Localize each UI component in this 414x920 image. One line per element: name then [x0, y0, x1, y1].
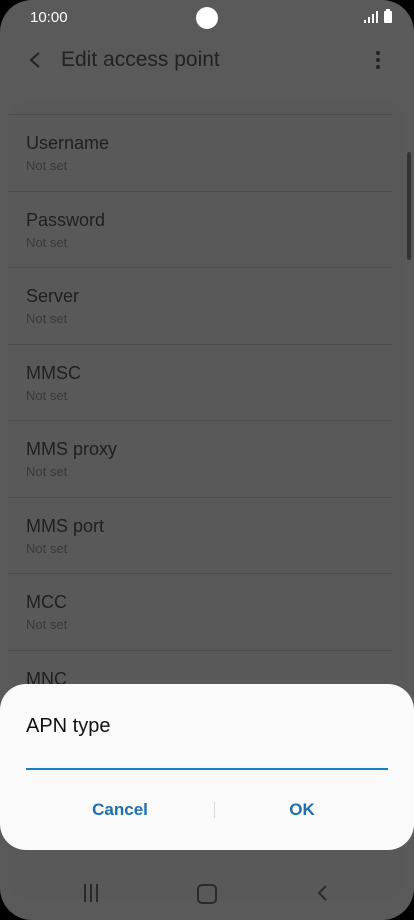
cancel-button[interactable]: Cancel	[30, 796, 210, 824]
home-icon[interactable]	[197, 884, 217, 904]
navigation-bar	[0, 866, 414, 920]
apn-type-dialog: APN type Cancel OK	[0, 684, 414, 850]
setting-username[interactable]: Username Not set	[8, 114, 392, 191]
button-divider	[214, 802, 215, 818]
dialog-title: APN type	[26, 715, 111, 737]
chevron-left-icon	[29, 52, 40, 68]
setting-label: MMS port	[26, 515, 105, 536]
setting-server[interactable]: Server Not set	[8, 267, 392, 344]
setting-mms-port[interactable]: MMS port Not set	[8, 496, 392, 574]
back-button[interactable]	[22, 47, 48, 73]
setting-value: Not set	[26, 540, 68, 556]
signal-icon	[364, 11, 378, 23]
setting-value: Not set	[26, 311, 68, 326]
scrollbar[interactable]	[407, 152, 411, 260]
battery-icon	[384, 9, 392, 23]
setting-value: Not set	[26, 387, 68, 403]
setting-password[interactable]: Password Not set	[8, 190, 392, 268]
more-vertical-icon	[376, 51, 380, 55]
setting-label: MMS proxy	[26, 439, 118, 459]
recent-apps-icon[interactable]	[82, 884, 100, 902]
apn-type-input[interactable]	[26, 756, 388, 770]
settings-list: Username Not set Password Not set Server…	[8, 114, 392, 726]
setting-label: Server	[26, 286, 80, 306]
page-title: Edit access point	[61, 48, 220, 71]
status-bar: 10:00	[0, 0, 414, 38]
setting-label: MMSC	[26, 362, 81, 383]
setting-value: Not set	[26, 464, 68, 479]
setting-mmsc[interactable]: MMSC Not set	[8, 343, 392, 421]
setting-label: Username	[26, 133, 110, 153]
ok-button[interactable]: OK	[220, 796, 384, 824]
status-time: 10:00	[30, 9, 68, 26]
setting-value: Not set	[26, 617, 68, 632]
more-options-button[interactable]	[366, 48, 390, 72]
setting-value: Not set	[26, 158, 68, 173]
setting-label: MCC	[26, 592, 67, 612]
app-bar: Edit access point	[0, 38, 414, 82]
setting-value: Not set	[26, 234, 68, 250]
setting-mcc[interactable]: MCC Not set	[8, 573, 392, 650]
back-icon[interactable]	[314, 884, 332, 902]
screen: 10:00 Edit access point Username Not set…	[0, 0, 414, 920]
camera-cutout	[196, 7, 218, 29]
setting-label: Password	[26, 209, 106, 230]
status-icons	[364, 9, 392, 23]
setting-mms-proxy[interactable]: MMS proxy Not set	[8, 420, 392, 497]
